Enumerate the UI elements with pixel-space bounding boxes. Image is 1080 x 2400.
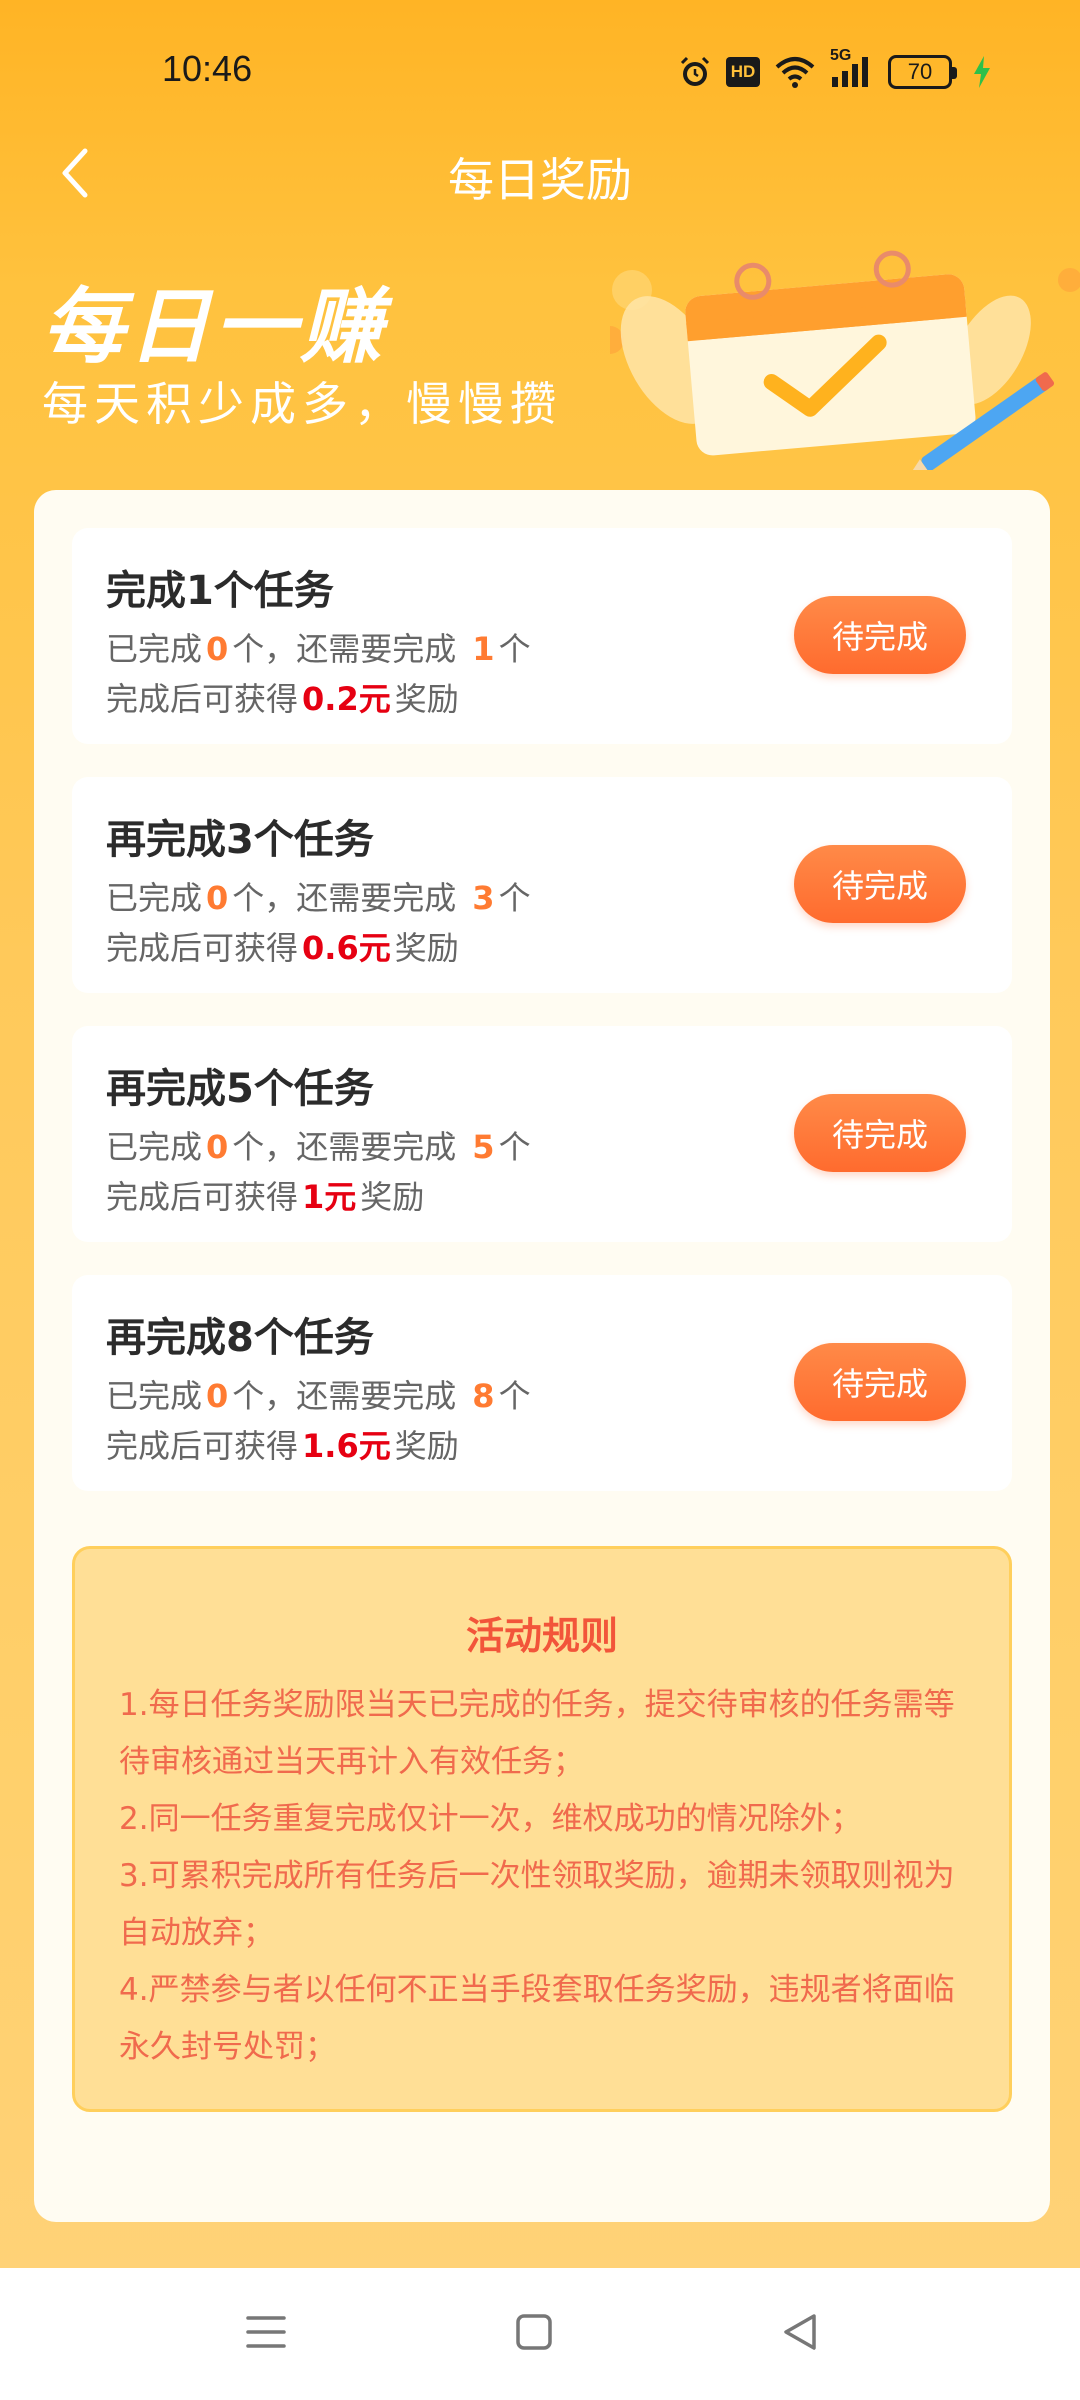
task-reward: 完成后可获得 1元 奖励 [106, 1172, 424, 1218]
remaining-count: 5 [472, 1128, 495, 1166]
reward-suffix: 奖励 [394, 680, 459, 718]
home-button[interactable] [504, 2304, 564, 2364]
task-title: 再完成8个任务 [106, 1315, 374, 1361]
reward-prefix: 完成后可获得 [106, 1178, 299, 1216]
pending-button[interactable]: 待完成 [794, 845, 966, 923]
done-prefix: 已完成 [106, 879, 203, 917]
status-time: 10:46 [162, 48, 253, 89]
done-mid: 个，还需要完成 [232, 1377, 457, 1415]
task-card: 完成1个任务 已完成 0 个，还需要完成 1 个 完成后可获得 0.2元 奖励 待完成 [72, 528, 1012, 744]
done-mid: 个，还需要完成 [232, 879, 457, 917]
reward-amount: 0.2元 [302, 680, 391, 718]
done-mid: 个，还需要完成 [232, 630, 457, 668]
wifi-icon [774, 55, 816, 89]
task-progress: 已完成 0 个，还需要完成 3 个 [106, 873, 531, 919]
reward-suffix: 奖励 [360, 1178, 425, 1216]
rule-item: 1.每日任务奖励限当天已完成的任务，提交待审核的任务需等待审核通过当天再计入有效… [119, 1687, 955, 1780]
reward-suffix: 奖励 [394, 1427, 459, 1465]
done-prefix: 已完成 [106, 630, 203, 668]
hd-icon: HD [726, 57, 760, 87]
menu-button[interactable] [236, 2304, 296, 2364]
battery-icon: 70 [888, 55, 957, 89]
5g-signal-icon: 5G [830, 47, 874, 89]
done-count: 0 [206, 879, 229, 917]
task-card: 再完成5个任务 已完成 0 个，还需要完成 5 个 完成后可获得 1元 奖励 待完成 [72, 1026, 1012, 1242]
pending-button[interactable]: 待完成 [794, 1343, 966, 1421]
done-prefix: 已完成 [106, 1377, 203, 1415]
header: 每日奖励 [0, 130, 1080, 220]
banner: 每日一赚 每天积少成多，慢慢攒 [0, 250, 1080, 478]
rule-item: 4.严禁参与者以任何不正当手段套取任务奖励，违规者将面临永久封号处罚； [119, 1972, 955, 2065]
banner-title: 每日一赚 [42, 280, 386, 375]
done-count: 0 [206, 1128, 229, 1166]
done-count: 0 [206, 630, 229, 668]
network-label: 5G [830, 47, 852, 64]
task-card: 再完成3个任务 已完成 0 个，还需要完成 3 个 完成后可获得 0.6元 奖励 待完成 [72, 777, 1012, 993]
task-reward: 完成后可获得 1.6元 奖励 [106, 1421, 459, 1467]
reward-amount: 0.6元 [302, 929, 391, 967]
remaining-suffix: 个 [498, 1128, 531, 1166]
home-square-icon [514, 2312, 554, 2356]
status-bar: 10:46 HD 5G 70 [0, 0, 1080, 140]
task-progress: 已完成 0 个，还需要完成 8 个 [106, 1371, 531, 1417]
remaining-suffix: 个 [498, 630, 531, 668]
task-progress: 已完成 0 个，还需要完成 1 个 [106, 624, 531, 670]
charging-icon [972, 55, 992, 89]
remaining-count: 1 [472, 630, 495, 668]
task-reward: 完成后可获得 0.6元 奖励 [106, 923, 459, 969]
task-progress: 已完成 0 个，还需要完成 5 个 [106, 1122, 531, 1168]
rule-item: 2.同一任务重复完成仅计一次，维权成功的情况除外； [119, 1801, 862, 1837]
task-title: 完成1个任务 [106, 568, 334, 614]
remaining-suffix: 个 [498, 879, 531, 917]
nav-bar [0, 2268, 1080, 2400]
task-card: 再完成8个任务 已完成 0 个，还需要完成 8 个 完成后可获得 1.6元 奖励 待完成 [72, 1275, 1012, 1491]
back-triangle-icon [780, 2312, 820, 2356]
reward-prefix: 完成后可获得 [106, 1427, 299, 1465]
done-mid: 个，还需要完成 [232, 1128, 457, 1166]
rules-box: 活动规则 1.每日任务奖励限当天已完成的任务，提交待审核的任务需等待审核通过当天… [72, 1546, 1012, 2112]
reward-prefix: 完成后可获得 [106, 680, 299, 718]
banner-subtitle: 每天积少成多，慢慢攒 [42, 377, 562, 431]
done-prefix: 已完成 [106, 1128, 203, 1166]
main-panel: 完成1个任务 已完成 0 个，还需要完成 1 个 完成后可获得 0.2元 奖励 待完成 再完… [34, 490, 1050, 2222]
remaining-suffix: 个 [498, 1377, 531, 1415]
remaining-count: 3 [472, 879, 495, 917]
rules-title: 活动规则 [465, 1614, 618, 1658]
page-title: 每日奖励 [448, 153, 632, 207]
rule-item: 3.可累积完成所有任务后一次性领取奖励，逾期未领取则视为自动放弃； [119, 1858, 955, 1951]
reward-suffix: 奖励 [394, 929, 459, 967]
remaining-count: 8 [472, 1377, 495, 1415]
back-nav-button[interactable] [770, 2304, 830, 2364]
pending-button[interactable]: 待完成 [794, 596, 966, 674]
status-icons: HD 5G 70 [678, 47, 992, 94]
task-title: 再完成5个任务 [106, 1066, 374, 1112]
alarm-icon [678, 55, 712, 89]
rules-list: 1.每日任务奖励限当天已完成的任务，提交待审核的任务需等待审核通过当天再计入有效… [119, 1677, 979, 2076]
reward-amount: 1.6元 [302, 1427, 391, 1465]
menu-icon [246, 2312, 286, 2356]
pending-button[interactable]: 待完成 [794, 1094, 966, 1172]
done-count: 0 [206, 1377, 229, 1415]
task-title: 再完成3个任务 [106, 817, 374, 863]
reward-prefix: 完成后可获得 [106, 929, 299, 967]
reward-amount: 1元 [302, 1178, 357, 1216]
calendar-check-icon [596, 250, 1080, 478]
task-reward: 完成后可获得 0.2元 奖励 [106, 674, 459, 720]
